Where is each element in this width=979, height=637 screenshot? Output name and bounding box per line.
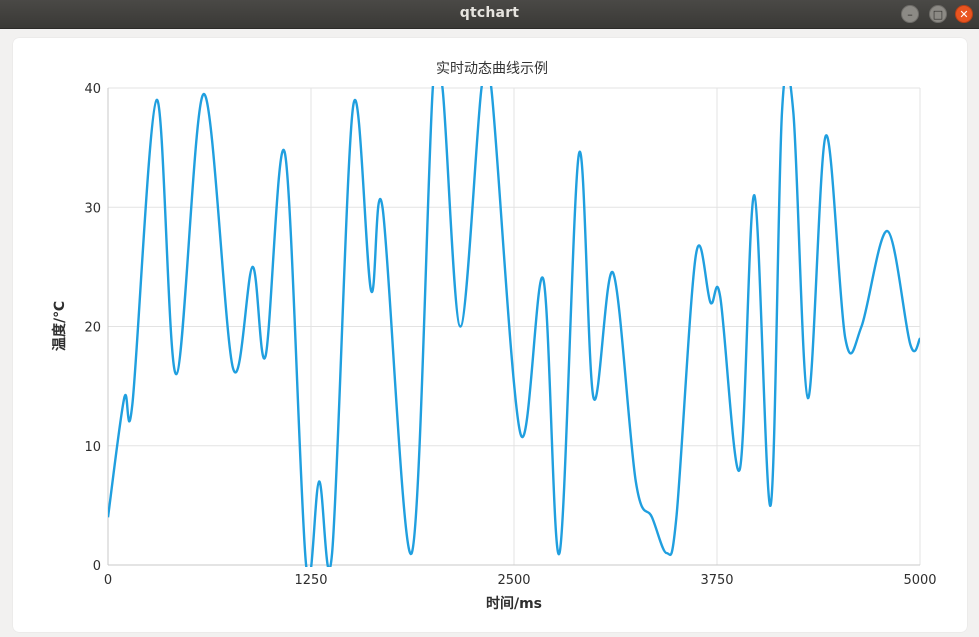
x-tick-label: 3750 xyxy=(700,573,733,588)
chart-title: 实时动态曲线示例 xyxy=(436,61,548,77)
y-axis-title: 温度/℃ xyxy=(51,301,68,351)
y-tick-label: 0 xyxy=(93,559,101,574)
y-tick-label: 20 xyxy=(84,321,101,336)
x-tick-label: 5000 xyxy=(903,573,936,588)
y-tick-label: 40 xyxy=(84,82,101,97)
x-tick-label: 1250 xyxy=(294,573,327,588)
line-chart: 实时动态曲线示例 0 1250 2500 3750 5000 0 10 20 30 40 时间/m… xyxy=(51,61,937,612)
y-tick-label: 10 xyxy=(84,440,101,455)
x-tick-label: 0 xyxy=(104,573,112,588)
grid-lines xyxy=(108,87,921,565)
y-tick-label: 30 xyxy=(84,201,101,216)
x-tick-label: 2500 xyxy=(497,573,530,588)
x-axis-title: 时间/ms xyxy=(486,595,542,612)
